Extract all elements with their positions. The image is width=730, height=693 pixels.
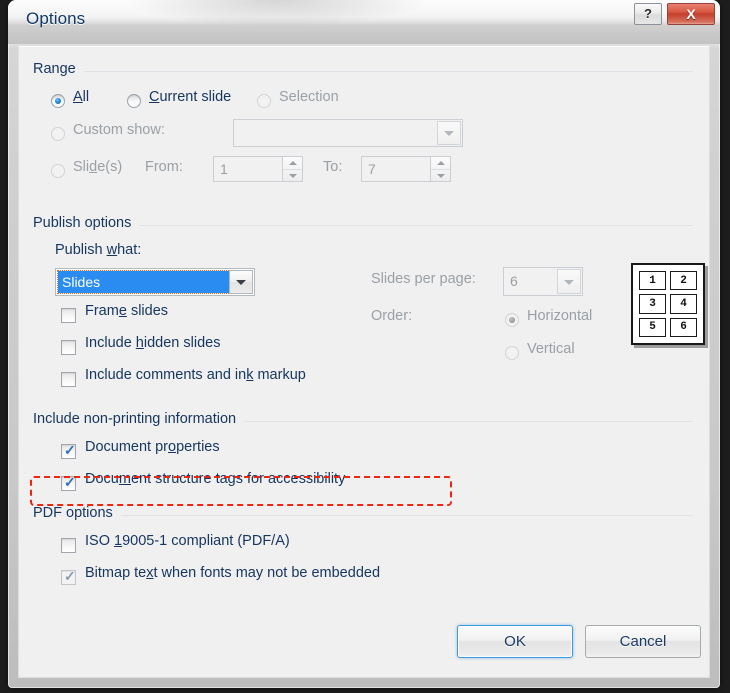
- from-spinner-up-icon: [283, 157, 302, 169]
- radio-order-horizontal-label: Horizontal: [527, 308, 593, 324]
- order-label: Order:: [371, 308, 413, 324]
- to-label: To:: [323, 159, 343, 175]
- checkbox-document-structure-tags-label: Document structure tags for accessibilit…: [85, 471, 346, 487]
- range-group: Range All Current slide Selection Custom…: [33, 61, 693, 211]
- radio-custom-show: [51, 127, 65, 141]
- preview-cell: 4: [670, 294, 697, 314]
- checkbox-frame-slides[interactable]: [61, 308, 76, 323]
- from-label: From:: [145, 159, 183, 175]
- radio-all-label: All: [73, 89, 90, 105]
- custom-show-combo: [233, 119, 463, 147]
- chevron-down-icon: [557, 269, 581, 294]
- from-input: 1: [213, 156, 283, 182]
- slides-per-page-label: Slides per page:: [371, 271, 476, 287]
- check-icon: ✓: [64, 442, 76, 458]
- to-input: 7: [361, 156, 431, 182]
- checkbox-include-hidden-slides-label: Include hidden slides: [85, 335, 221, 351]
- to-spinner-up-icon: [431, 157, 450, 169]
- chevron-down-icon[interactable]: [229, 270, 253, 294]
- dialog-client-area: Range All Current slide Selection Custom…: [18, 46, 710, 678]
- close-icon[interactable]: X: [667, 3, 715, 25]
- checkbox-iso-19005-compliant[interactable]: [61, 538, 76, 553]
- desktop-backdrop: Options ? X Range All Current slide Sele…: [0, 0, 730, 693]
- to-spinner: [431, 156, 451, 182]
- publish-group-label: Publish options: [33, 215, 140, 231]
- pdf-group-rule: [33, 515, 693, 516]
- radio-slides-label: Slide(s): [73, 159, 123, 175]
- check-icon: ✓: [64, 568, 76, 584]
- nonprinting-group: Include non-printing information ✓ Docum…: [33, 411, 693, 499]
- checkbox-document-structure-tags[interactable]: ✓: [61, 474, 76, 491]
- chevron-down-icon: [437, 121, 461, 145]
- checkbox-iso-19005-compliant-label: ISO 19005-1 compliant (PDF/A): [85, 533, 290, 549]
- publish-what-label: Publish what:: [55, 242, 142, 258]
- range-group-rule: [33, 71, 693, 72]
- slides-per-page-combo: 6: [503, 267, 583, 296]
- ok-button[interactable]: OK: [457, 625, 573, 658]
- checkbox-bitmap-text: ✓: [61, 568, 76, 585]
- dialog-title: Options: [26, 9, 86, 28]
- publish-what-combo[interactable]: Slides: [55, 268, 255, 296]
- preview-cell: 3: [639, 294, 666, 314]
- pdf-options-group: PDF options ISO 19005-1 compliant (PDF/A…: [33, 505, 693, 593]
- from-spinner: [283, 156, 303, 182]
- radio-current-slide[interactable]: [127, 94, 141, 108]
- dialog-title-bar[interactable]: Options ? X: [8, 0, 720, 44]
- checkbox-include-hidden-slides[interactable]: [61, 340, 76, 355]
- to-spinner-down-icon: [431, 169, 450, 181]
- checkbox-bitmap-text-label: Bitmap text when fonts may not be embedd…: [85, 565, 381, 581]
- custom-show-combo-value: [236, 122, 438, 144]
- radio-all[interactable]: [51, 94, 65, 108]
- radio-selection-label: Selection: [279, 89, 339, 105]
- slide-layout-preview: 1 2 3 4 5 6: [631, 263, 705, 345]
- titlebar-sheen: [128, 0, 428, 26]
- slides-per-page-value: 6: [510, 273, 518, 289]
- check-icon: ✓: [64, 474, 76, 490]
- checkbox-frame-slides-label: Frame slides: [85, 303, 169, 319]
- radio-order-horizontal: [505, 313, 519, 327]
- checkbox-include-comments[interactable]: [61, 372, 76, 387]
- options-dialog-window: Options ? X Range All Current slide Sele…: [8, 0, 720, 688]
- checkbox-include-comments-label: Include comments and ink markup: [85, 367, 306, 383]
- radio-order-vertical: [505, 346, 519, 360]
- radio-current-slide-label: Current slide: [149, 89, 232, 105]
- checkbox-document-properties-label: Document properties: [85, 439, 220, 455]
- preview-cell: 2: [670, 271, 697, 291]
- cancel-button[interactable]: Cancel: [585, 625, 701, 658]
- radio-selection: [257, 94, 271, 108]
- radio-order-vertical-label: Vertical: [527, 341, 575, 357]
- preview-cell: 5: [639, 317, 666, 337]
- help-icon[interactable]: ?: [634, 3, 662, 25]
- radio-custom-show-label: Custom show:: [73, 122, 165, 138]
- from-spinner-down-icon: [283, 169, 302, 181]
- publish-options-group: Publish options Publish what: Slides Fra…: [33, 215, 705, 405]
- slide-layout-preview-grid: 1 2 3 4 5 6: [639, 271, 697, 337]
- range-group-label: Range: [33, 61, 84, 77]
- checkbox-document-properties[interactable]: ✓: [61, 442, 76, 459]
- pdf-group-label: PDF options: [33, 505, 121, 521]
- preview-cell: 1: [639, 271, 666, 291]
- radio-slides: [51, 164, 65, 178]
- preview-cell: 6: [670, 317, 697, 337]
- publish-what-value: Slides: [57, 270, 231, 294]
- nonprinting-group-label: Include non-printing information: [33, 411, 245, 427]
